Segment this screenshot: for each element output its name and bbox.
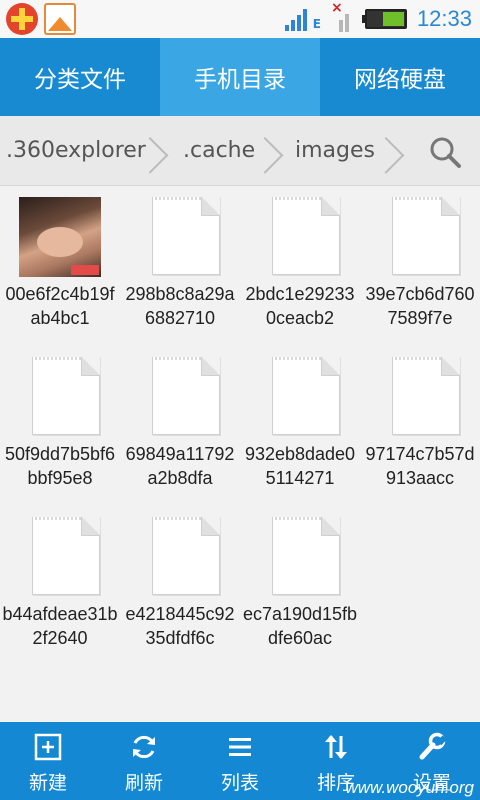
file-icon <box>272 197 340 275</box>
file-name: 298b8c8a29a6882710 <box>125 284 235 328</box>
network-type-label: E <box>312 17 321 31</box>
file-icon <box>152 357 220 435</box>
watermark-text: www.wooyun.org <box>345 778 474 797</box>
breadcrumb-item[interactable]: .cache <box>183 116 255 186</box>
chevron-right-icon <box>265 132 287 170</box>
file-icon <box>392 197 460 275</box>
file-icon <box>32 517 100 595</box>
refresh-button[interactable]: 刷新 <box>96 722 192 800</box>
new-label: 新建 <box>28 772 67 794</box>
new-icon <box>34 733 62 761</box>
breadcrumb: .360explorer .cache images <box>0 116 480 186</box>
file-name: b44afdeae31b2f2640 <box>2 604 118 648</box>
file-name: e4218445c9235dfdf6c <box>125 604 235 648</box>
sort-icon <box>325 735 347 759</box>
file-name: 932eb8dade05114271 <box>244 444 356 488</box>
notification-icons <box>6 3 76 35</box>
file-name: 39e7cb6d7607589f7e <box>365 284 475 328</box>
file-icon <box>272 517 340 595</box>
search-icon <box>430 137 461 168</box>
file-name: 50f9dd7b5bf6bbf95e8 <box>4 444 116 488</box>
file-item[interactable]: ec7a190d15fbdfe60ac <box>240 506 360 666</box>
tab-phone-directory[interactable]: 手机目录 <box>160 38 320 116</box>
chevron-right-icon <box>150 132 172 170</box>
search-button[interactable] <box>428 135 462 169</box>
file-grid: 00e6f2c4b19fab4bc1 298b8c8a29a6882710 2bdc… <box>0 186 480 720</box>
file-item[interactable]: 2bdc1e292330ceacb2 <box>240 186 360 346</box>
status-bar: E × 12:33 <box>0 0 480 38</box>
app-notification-icon <box>6 3 38 35</box>
gallery-notification-icon <box>44 3 76 35</box>
list-label: 列表 <box>220 772 259 794</box>
file-item[interactable]: 50f9dd7b5bf6bbf95e8 <box>0 346 120 506</box>
file-icon <box>272 357 340 435</box>
file-icon <box>32 357 100 435</box>
file-item[interactable]: 932eb8dade05114271 <box>240 346 360 506</box>
new-button[interactable]: 新建 <box>0 722 96 800</box>
file-name: 97174c7b57d913aacc <box>365 444 475 488</box>
tab-categories[interactable]: 分类文件 <box>0 38 160 116</box>
wrench-icon <box>419 732 447 760</box>
file-item[interactable]: b44afdeae31b2f2640 <box>0 506 120 666</box>
chevron-right-icon <box>386 132 408 170</box>
file-name: 00e6f2c4b19fab4bc1 <box>5 284 115 328</box>
tab-bar: 分类文件 手机目录 网络硬盘 <box>0 38 480 116</box>
breadcrumb-item[interactable]: images <box>295 116 375 186</box>
file-item[interactable]: 69849a11792a2b8dfa <box>120 346 240 506</box>
file-icon <box>152 517 220 595</box>
refresh-label: 刷新 <box>124 772 163 794</box>
list-icon <box>229 738 251 756</box>
file-item[interactable]: 298b8c8a29a6882710 <box>120 186 240 346</box>
bottom-toolbar: 新建 刷新 列表 排序 设置 www.wooyun.org <box>0 722 480 800</box>
system-icons: E × 12:33 <box>284 0 472 36</box>
refresh-icon <box>133 735 155 759</box>
file-icon <box>392 357 460 435</box>
file-item[interactable]: e4218445c9235dfdf6c <box>120 506 240 666</box>
signal-icon <box>284 7 311 31</box>
no-sim-signal-icon: × <box>331 0 355 32</box>
file-name: ec7a190d15fbdfe60ac <box>242 604 358 648</box>
file-item[interactable]: 97174c7b57d913aacc <box>360 346 480 506</box>
tab-cloud-drive[interactable]: 网络硬盘 <box>320 38 480 116</box>
file-item[interactable]: 00e6f2c4b19fab4bc1 <box>0 186 120 346</box>
file-name: 69849a11792a2b8dfa <box>125 444 235 488</box>
battery-icon <box>361 9 407 29</box>
file-name: 2bdc1e292330ceacb2 <box>245 284 355 328</box>
file-icon <box>152 197 220 275</box>
image-thumbnail <box>19 197 101 277</box>
list-view-button[interactable]: 列表 <box>192 722 288 800</box>
breadcrumb-item[interactable]: .360explorer <box>6 116 146 186</box>
file-item[interactable]: 39e7cb6d7607589f7e <box>360 186 480 346</box>
clock: 12:33 <box>416 6 472 31</box>
